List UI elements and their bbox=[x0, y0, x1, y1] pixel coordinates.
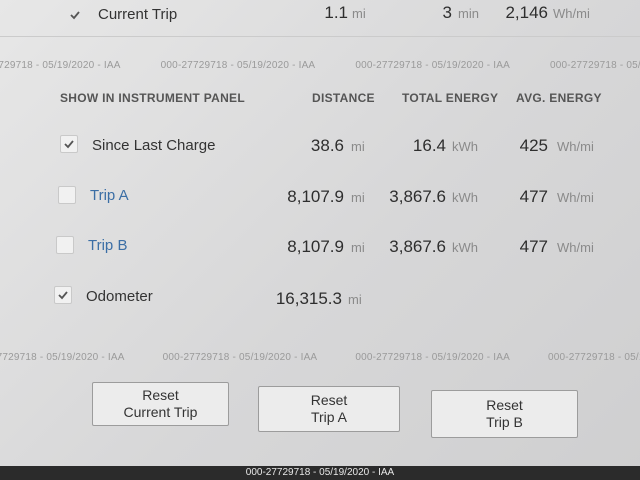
row-odometer: Odometer 16,315.3 mi bbox=[0, 280, 640, 316]
trip-b-label: Trip B bbox=[88, 237, 128, 254]
check-icon bbox=[70, 11, 80, 20]
header-avg-energy: AVG. ENERGY bbox=[516, 91, 602, 105]
trip-a-label: Trip A bbox=[90, 187, 129, 204]
trip-b-distance-unit: mi bbox=[351, 240, 365, 255]
current-trip-energy: 2,146 bbox=[505, 3, 548, 22]
current-trip-time: 3 bbox=[442, 3, 452, 22]
current-trip-time-unit: min bbox=[458, 6, 479, 21]
odometer-distance: 16,315.3 bbox=[275, 289, 342, 308]
current-trip-distance-unit: mi bbox=[352, 6, 366, 21]
odometer-distance-unit: mi bbox=[348, 292, 362, 307]
since-last-charge-avg: 425 bbox=[519, 136, 548, 155]
reset-trip-a-button[interactable]: Reset Trip A bbox=[258, 386, 400, 432]
current-trip-label: Current Trip bbox=[98, 6, 178, 23]
trip-b-checkbox[interactable] bbox=[56, 236, 74, 254]
header-show-in-panel: SHOW IN INSTRUMENT PANEL bbox=[60, 91, 245, 105]
row-trip-b: Trip B 8,107.9 mi 3,867.6 kWh 477 Wh/mi bbox=[0, 229, 640, 265]
since-last-charge-distance-unit: mi bbox=[351, 139, 365, 154]
since-last-charge-distance: 38.6 bbox=[310, 136, 344, 155]
top-divider bbox=[0, 36, 640, 37]
since-last-charge-avg-unit: Wh/mi bbox=[557, 139, 594, 154]
trip-b-avg-unit: Wh/mi bbox=[557, 240, 594, 255]
current-trip-distance: 1.1 bbox=[324, 3, 348, 22]
watermark-strip-top: 000-27729718 - 05/19/2020 - IAA000-27729… bbox=[0, 60, 640, 71]
odometer-checkbox[interactable] bbox=[54, 286, 72, 304]
since-last-charge-checkbox[interactable] bbox=[60, 135, 78, 153]
trip-a-distance: 8,107.9 bbox=[287, 187, 344, 206]
current-trip-row: Current Trip 1.1 mi 3 min 2,146 Wh/mi bbox=[0, 0, 640, 32]
trip-a-avg: 477 bbox=[519, 187, 548, 206]
header-distance: DISTANCE bbox=[312, 91, 375, 105]
current-trip-energy-unit: Wh/mi bbox=[553, 6, 590, 21]
trip-a-avg-unit: Wh/mi bbox=[557, 190, 594, 205]
since-last-charge-energy-unit: kWh bbox=[452, 139, 478, 154]
trip-b-energy: 3,867.6 bbox=[389, 237, 446, 256]
check-icon bbox=[64, 140, 74, 149]
trip-a-energy: 3,867.6 bbox=[389, 187, 446, 206]
trip-a-checkbox[interactable] bbox=[58, 186, 76, 204]
reset-trip-b-button[interactable]: Reset Trip B bbox=[431, 390, 578, 438]
since-last-charge-energy: 16.4 bbox=[412, 136, 446, 155]
current-trip-checkbox[interactable] bbox=[66, 6, 84, 24]
trip-b-distance: 8,107.9 bbox=[287, 237, 344, 256]
since-last-charge-label: Since Last Charge bbox=[92, 137, 216, 154]
check-icon bbox=[58, 291, 68, 300]
trip-b-energy-unit: kWh bbox=[452, 240, 478, 255]
header-total-energy: TOTAL ENERGY bbox=[402, 91, 499, 105]
footer-watermark-bar: 000-27729718 - 05/19/2020 - IAA bbox=[0, 466, 640, 480]
trip-a-distance-unit: mi bbox=[351, 190, 365, 205]
trip-a-energy-unit: kWh bbox=[452, 190, 478, 205]
row-trip-a: Trip A 8,107.9 mi 3,867.6 kWh 477 Wh/mi bbox=[0, 179, 640, 215]
watermark-strip-bottom: 000-27729718 - 05/19/2020 - IAA000-27729… bbox=[0, 352, 640, 363]
row-since-last-charge: Since Last Charge 38.6 mi 16.4 kWh 425 W… bbox=[0, 128, 640, 164]
odometer-label: Odometer bbox=[86, 288, 153, 305]
trip-b-avg: 477 bbox=[519, 237, 548, 256]
reset-current-trip-button[interactable]: Reset Current Trip bbox=[92, 382, 229, 426]
